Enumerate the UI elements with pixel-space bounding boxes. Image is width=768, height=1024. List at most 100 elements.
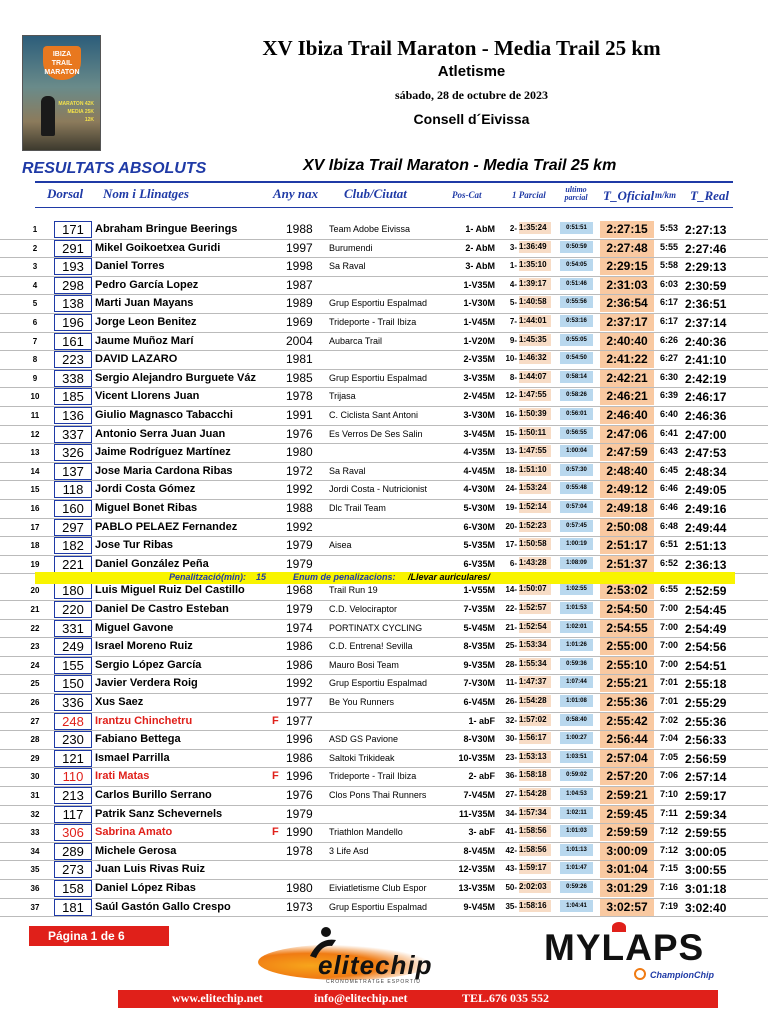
athlete-name: Abraham Bringue Beerings — [95, 223, 238, 235]
athlete-name: Giulio Magnasco Tabacchi — [95, 409, 233, 421]
split1-time: 1:54:28 — [519, 788, 551, 800]
col-mkm: m/km — [655, 190, 677, 200]
table-row: 22 331 Miguel Gavone 1974 PORTINATX CYCLING 5… — [0, 619, 768, 639]
real-time: 2:54:49 — [685, 621, 727, 636]
athlete-name: Pedro García Lopez — [95, 278, 199, 291]
real-time: 2:37:14 — [685, 316, 727, 330]
pace-min-per-km: 7:12 — [659, 826, 678, 837]
split1-time: 1:53:24 — [519, 482, 551, 495]
category-position: 3-V45M — [463, 428, 495, 439]
table-row: 31 213 Carlos Burillo Serrano 1976 Clos Pons… — [0, 786, 768, 806]
penalty-minutes: 15 — [256, 572, 267, 582]
last-split-time: 0:58:14 — [560, 370, 593, 383]
bib-number: 180 — [54, 582, 92, 600]
bib-number: 213 — [54, 787, 92, 804]
split1-time: 1:52:54 — [519, 620, 551, 633]
footer-website[interactable]: www.elitechip.net — [172, 991, 263, 1006]
col-poscat: Pos-Cat — [452, 190, 482, 200]
birth-year: 1996 — [286, 769, 313, 784]
athlete-name: Miguel Gavone — [95, 621, 174, 634]
footer-email[interactable]: info@elitechip.net — [314, 991, 408, 1006]
club-name: Grup Esportiu Espalmad — [329, 901, 428, 912]
category-position: 3-V30M — [463, 410, 495, 420]
table-row: 29 121 Ismael Parrilla 1986 Saltoki Trikidea… — [0, 749, 768, 769]
split1-position: 1- — [509, 261, 517, 271]
table-row: 3 193 Daniel Torres 1998 Sa Raval 3- AbM 1- 1:3… — [0, 257, 768, 277]
category-position: 2- abF — [468, 771, 495, 782]
category-position: 7-V30M — [463, 678, 495, 689]
split1-time: 1:50:11 — [519, 426, 551, 439]
real-time: 2:48:34 — [685, 464, 727, 479]
bib-number: 248 — [54, 712, 92, 730]
official-time: 2:53:02 — [600, 582, 654, 600]
pace-min-per-km: 7:01 — [659, 696, 678, 706]
category-position: 1- AbM — [465, 224, 495, 234]
category-position: 5-V45M — [463, 622, 495, 633]
row-position: 2 — [32, 243, 38, 253]
club-name: Jordi Costa - Nutricionist — [329, 484, 428, 495]
category-position: 3- abF — [468, 827, 495, 838]
last-split-time: 0:59:26 — [560, 881, 593, 893]
split1-time: 1:44:01 — [519, 315, 551, 327]
table-row: 7 161 Jaume Muñoz Marí 2004 Aubarca Trail 1-V… — [0, 332, 768, 352]
bib-number: 160 — [54, 500, 92, 517]
birth-year: 1996 — [286, 732, 313, 747]
club-name: Grup Esportiu Espalmad — [329, 678, 428, 689]
pace-min-per-km: 6:46 — [659, 502, 678, 512]
category-position: 12-V35M — [458, 864, 495, 875]
sex-marker: F — [272, 714, 279, 727]
split1-position: 2- — [509, 224, 517, 233]
bib-number: 221 — [54, 555, 92, 573]
last-split-time: 0:57:30 — [560, 463, 593, 476]
official-time: 2:54:55 — [600, 619, 654, 637]
table-row: 30 110 Irati Matas F 1996 Trideporte - Trail … — [0, 767, 768, 787]
row-position: 24 — [30, 660, 40, 670]
bib-number: 171 — [54, 221, 92, 238]
category-position: 1-V45M — [463, 317, 495, 327]
pace-min-per-km: 5:58 — [659, 260, 678, 271]
penalty-reason: /Llevar auriculares/ — [408, 572, 491, 582]
real-time: 2:46:17 — [685, 390, 727, 405]
pace-min-per-km: 6:55 — [659, 584, 678, 595]
pace-min-per-km: 7:15 — [659, 863, 678, 874]
athlete-name: Sergio López García — [95, 658, 202, 671]
real-time: 2:42:19 — [685, 371, 727, 386]
pace-min-per-km: 6:30 — [659, 371, 678, 382]
athlete-name: Irantzu Chinchetru — [95, 714, 193, 727]
pace-min-per-km: 7:11 — [660, 807, 678, 818]
official-time: 2:27:48 — [600, 239, 654, 257]
official-time: 2:55:10 — [600, 656, 654, 674]
last-split-time: 0:54:05 — [560, 259, 593, 272]
athlete-name: Jose Tur Ribas — [95, 539, 174, 552]
club-name: Sa Raval — [329, 465, 366, 476]
club-name: Grup Esportiu Espalmad — [329, 372, 428, 383]
last-split-time: 1:01:26 — [560, 639, 593, 652]
club-name: Aubarca Trail — [329, 335, 383, 346]
bib-number: 136 — [54, 407, 92, 424]
pace-min-per-km: 6:39 — [659, 390, 678, 401]
row-position: 32 — [30, 809, 40, 819]
birth-year: 1986 — [286, 750, 313, 765]
bib-number: 338 — [54, 369, 92, 387]
split1-time: 1:58:16 — [519, 899, 551, 912]
club-name: C. Ciclista Sant Antoni — [329, 410, 419, 420]
official-time: 2:47:06 — [600, 425, 654, 443]
split1-position: 13- — [505, 447, 517, 457]
category-position: 4-V30M — [463, 484, 495, 495]
last-split-time: 0:51:51 — [560, 222, 593, 234]
official-time: 2:49:12 — [600, 481, 654, 499]
official-time: 2:47:59 — [600, 444, 654, 462]
pace-min-per-km: 7:19 — [659, 900, 678, 911]
split1-position: 43- — [505, 864, 517, 874]
row-position: 36 — [30, 884, 40, 893]
split1-position: 19- — [505, 503, 517, 512]
footer-phone: TEL.676 035 552 — [462, 991, 550, 1005]
official-time: 2:57:20 — [600, 768, 654, 786]
bib-number: 249 — [54, 638, 92, 656]
pace-min-per-km: 7:01 — [659, 677, 678, 688]
birth-year: 1997 — [286, 240, 313, 255]
club-name: 3 Life Asd — [329, 845, 369, 856]
last-split-time: 1:02:01 — [560, 620, 593, 633]
birth-year: 1976 — [286, 426, 313, 441]
last-split-time: 1:00:19 — [560, 538, 593, 551]
